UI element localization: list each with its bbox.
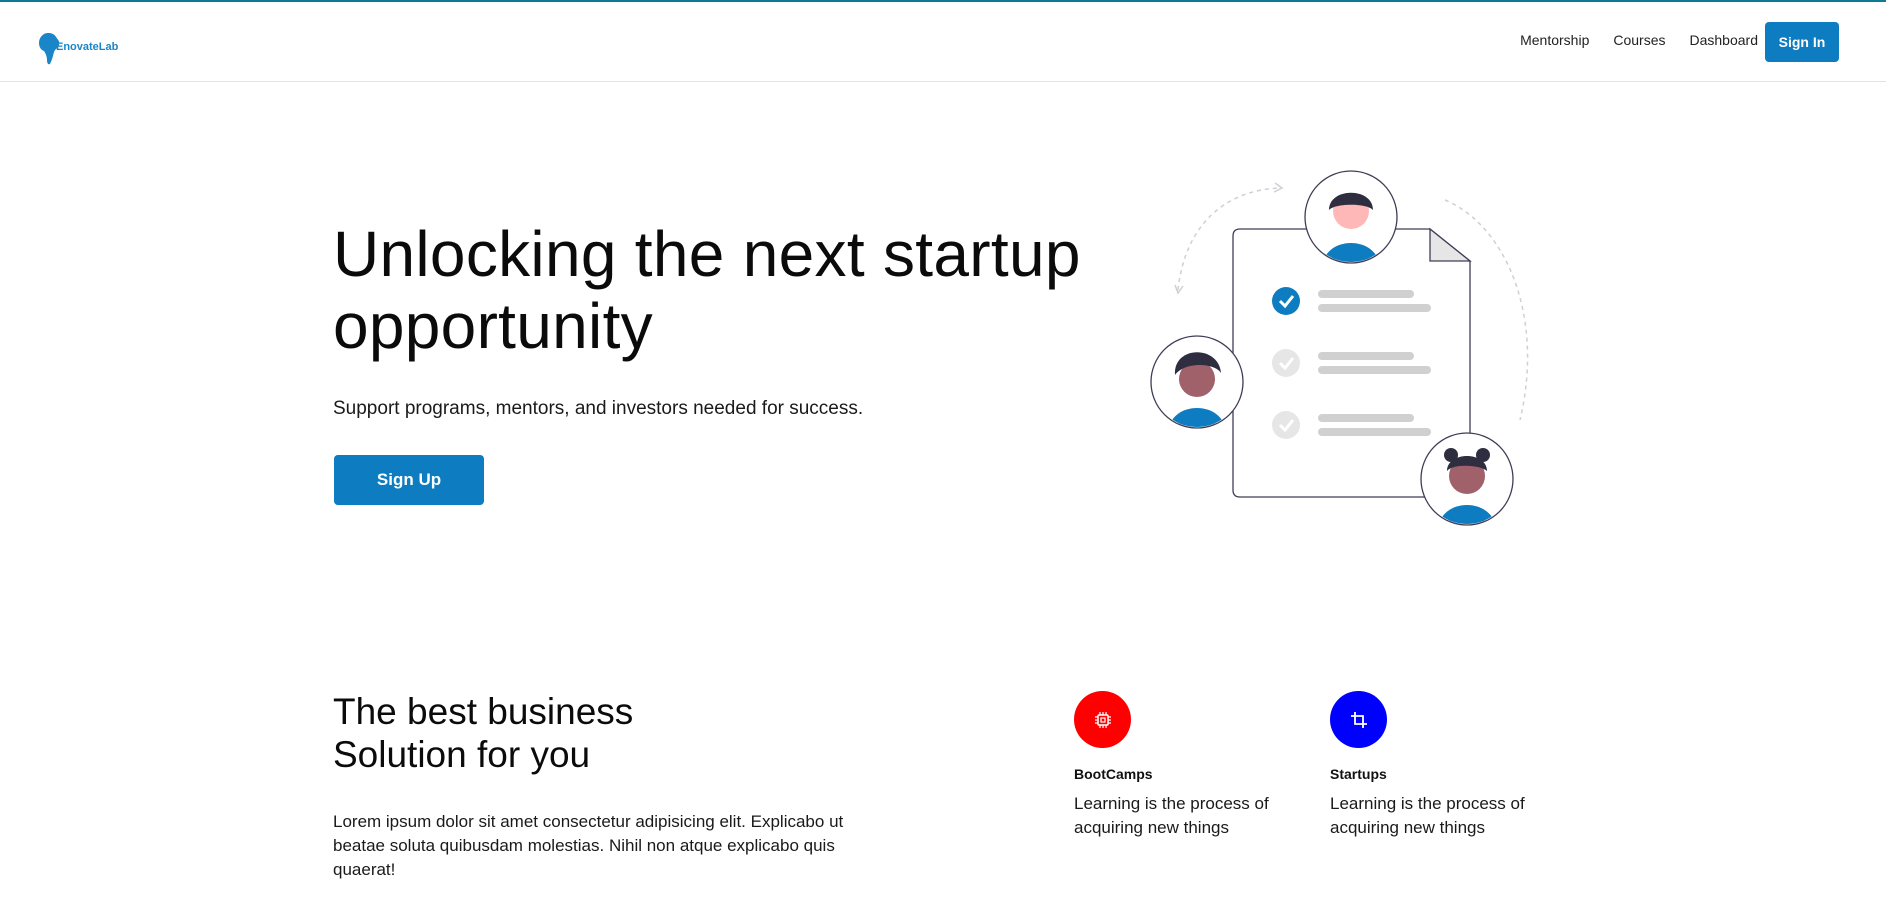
section-title: The best business Solution for you	[333, 691, 634, 775]
chip-icon	[1074, 691, 1131, 748]
section-body: Lorem ipsum dolor sit amet consectetur a…	[333, 812, 844, 879]
nav-courses[interactable]: Courses	[1613, 32, 1665, 48]
hero-subtitle: Support programs, mentors, and investors…	[333, 398, 864, 419]
hero-title: Unlocking the next startup opportunity	[333, 218, 1081, 362]
main-nav: Mentorship Courses Dashboard	[1520, 32, 1758, 48]
sign-in-button[interactable]: Sign In	[1765, 22, 1839, 62]
feature-bootcamps: BootCamps Learning is the process of acq…	[1074, 691, 1314, 840]
nav-mentorship[interactable]: Mentorship	[1520, 32, 1589, 48]
logo[interactable]: EnovateLab	[38, 32, 118, 66]
site-header: EnovateLab Mentorship Courses Dashboard …	[0, 2, 1886, 82]
crop-icon	[1330, 691, 1387, 748]
sign-up-button[interactable]: Sign Up	[334, 455, 484, 505]
logo-text: EnovateLab	[56, 41, 119, 53]
feature-title: Startups	[1330, 766, 1387, 782]
feature-startups: Startups Learning is the process of acqu…	[1330, 691, 1570, 840]
feature-description: Learning is the process of acquiring new…	[1074, 794, 1269, 837]
feature-description: Learning is the process of acquiring new…	[1330, 794, 1525, 837]
feature-title: BootCamps	[1074, 766, 1153, 782]
checklist-illustration	[1150, 170, 1529, 526]
nav-dashboard[interactable]: Dashboard	[1690, 32, 1759, 48]
